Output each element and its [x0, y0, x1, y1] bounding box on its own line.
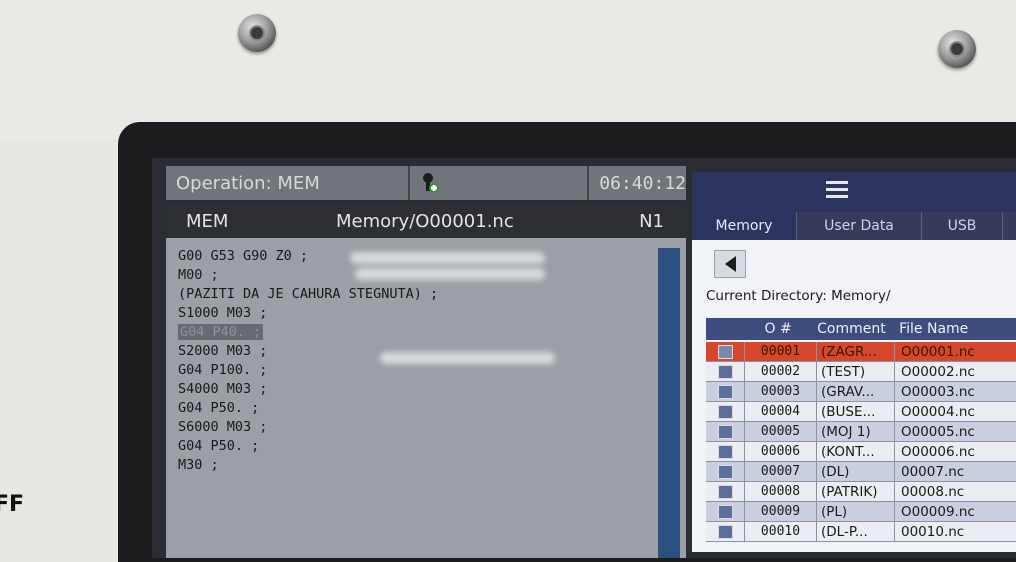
code-line[interactable]: S1000 M03 ;: [178, 305, 267, 321]
cell-o-number: 00007: [744, 461, 816, 482]
code-line[interactable]: (PAZITI DA JE CAHURA STEGNUTA) ;: [178, 286, 438, 302]
cell-file-name: 00007.nc: [894, 461, 1014, 482]
cell-o-number: 00006: [744, 441, 816, 462]
code-line[interactable]: G04 P50. ;: [178, 438, 259, 454]
menu-icon[interactable]: [826, 181, 848, 201]
program-mode: MEM: [186, 210, 229, 232]
row-checkbox[interactable]: [706, 364, 744, 379]
cell-file-name: 00010.nc: [894, 521, 1014, 542]
cell-comment: (MOJ 1): [816, 421, 894, 442]
machine-bezel: [0, 0, 1016, 140]
off-label: FF: [0, 492, 25, 517]
table-row[interactable]: 00002 (TEST) O00002.nc: [706, 361, 1016, 382]
file-table-header: O # Comment File Name: [706, 318, 1016, 340]
cell-file-name: O00009.nc: [894, 501, 1014, 522]
file-manager-header: [692, 172, 1016, 212]
code-line-active[interactable]: G04 P40. ;: [178, 324, 264, 340]
table-row[interactable]: 00006 (KONT... O00006.nc: [706, 441, 1016, 462]
cell-o-number: 00010: [744, 521, 816, 542]
tab-usb[interactable]: USB: [922, 212, 1003, 240]
current-directory: Current Directory: Memory/: [706, 288, 891, 304]
cell-comment: (ZAGR...: [816, 341, 894, 362]
row-checkbox[interactable]: [706, 504, 744, 519]
code-line[interactable]: M30 ;: [178, 457, 219, 473]
code-line[interactable]: S2000 M03 ;: [178, 343, 267, 359]
row-checkbox[interactable]: [706, 464, 744, 479]
screw-right: [938, 30, 976, 68]
row-checkbox[interactable]: [706, 384, 744, 399]
cell-file-name: O00002.nc: [894, 361, 1014, 382]
table-row[interactable]: 00009 (PL) O00009.nc: [706, 501, 1016, 522]
program-header: MEM Memory/O00001.nc N1: [166, 204, 686, 238]
screen-glare: [355, 268, 545, 280]
cell-comment: (TEST): [816, 361, 894, 382]
cell-o-number: 00004: [744, 401, 816, 422]
cell-file-name: O00006.nc: [894, 441, 1014, 462]
screw-left: [238, 14, 276, 52]
tab-memory[interactable]: Memory: [692, 212, 797, 240]
row-checkbox[interactable]: [706, 344, 744, 359]
block-number: N1: [639, 210, 664, 232]
code-line[interactable]: G04 P100. ;: [178, 362, 267, 378]
row-checkbox[interactable]: [706, 424, 744, 439]
cell-o-number: 00001: [744, 341, 816, 362]
cell-o-number: 00002: [744, 361, 816, 382]
table-row[interactable]: 00004 (BUSE... O00004.nc: [706, 401, 1016, 422]
code-line[interactable]: G00 G53 G90 Z0 ;: [178, 248, 308, 264]
table-row[interactable]: 00003 (GRAV... O00003.nc: [706, 381, 1016, 402]
row-checkbox[interactable]: [706, 404, 744, 419]
code-line[interactable]: S6000 M03 ;: [178, 419, 267, 435]
program-scrollbar[interactable]: [658, 248, 680, 558]
back-button[interactable]: [714, 250, 746, 278]
program-path: Memory/O00001.nc: [336, 210, 514, 232]
row-checkbox[interactable]: [706, 444, 744, 459]
table-row[interactable]: 00008 (PATRIK) 00008.nc: [706, 481, 1016, 502]
table-row[interactable]: 00010 (DL-P... 00010.nc: [706, 521, 1016, 542]
row-checkbox[interactable]: [706, 524, 744, 539]
table-row[interactable]: 00007 (DL) 00007.nc: [706, 461, 1016, 482]
screen-glare: [350, 252, 545, 264]
operation-mode: Operation: MEM: [176, 172, 320, 194]
cell-o-number: 00003: [744, 381, 816, 402]
cell-o-number: 00005: [744, 421, 816, 442]
cell-file-name: 00008.nc: [894, 481, 1014, 502]
clock: 06:40:12: [599, 172, 686, 194]
table-row[interactable]: 00001 (ZAGR... O00001.nc: [706, 341, 1016, 362]
table-row[interactable]: 00005 (MOJ 1) O00005.nc: [706, 421, 1016, 442]
row-checkbox[interactable]: [706, 484, 744, 499]
cell-file-name: O00004.nc: [894, 401, 1014, 422]
cell-comment: (BUSE...: [816, 401, 894, 422]
spindle-status-icon: [410, 172, 587, 194]
header-o-number[interactable]: O #: [743, 321, 813, 337]
cell-comment: (DL-P...: [816, 521, 894, 542]
program-listing[interactable]: G00 G53 G90 Z0 ; M00 ; (PAZITI DA JE CAH…: [166, 238, 686, 558]
code-line[interactable]: S4000 M03 ;: [178, 381, 267, 397]
operation-bar: Operation: MEM 06:40:12: [166, 166, 686, 200]
cell-comment: (GRAV...: [816, 381, 894, 402]
cell-o-number: 00009: [744, 501, 816, 522]
cell-o-number: 00008: [744, 481, 816, 502]
code-line[interactable]: G04 P50. ;: [178, 400, 259, 416]
cell-file-name: O00005.nc: [894, 421, 1014, 442]
cell-comment: (DL): [816, 461, 894, 482]
cell-comment: (KONT...: [816, 441, 894, 462]
tab-user-data[interactable]: User Data: [797, 212, 922, 240]
cell-file-name: O00003.nc: [894, 381, 1014, 402]
cell-comment: (PL): [816, 501, 894, 522]
screen-glare: [380, 352, 555, 364]
device-tabs: Memory User Data USB: [692, 212, 1016, 240]
code-line[interactable]: M00 ;: [178, 267, 219, 283]
back-arrow-icon: [724, 256, 736, 272]
header-comment[interactable]: Comment: [813, 321, 893, 337]
cell-comment: (PATRIK): [816, 481, 894, 502]
cell-file-name: O00001.nc: [894, 341, 1014, 362]
header-file-name[interactable]: File Name: [893, 321, 1016, 337]
